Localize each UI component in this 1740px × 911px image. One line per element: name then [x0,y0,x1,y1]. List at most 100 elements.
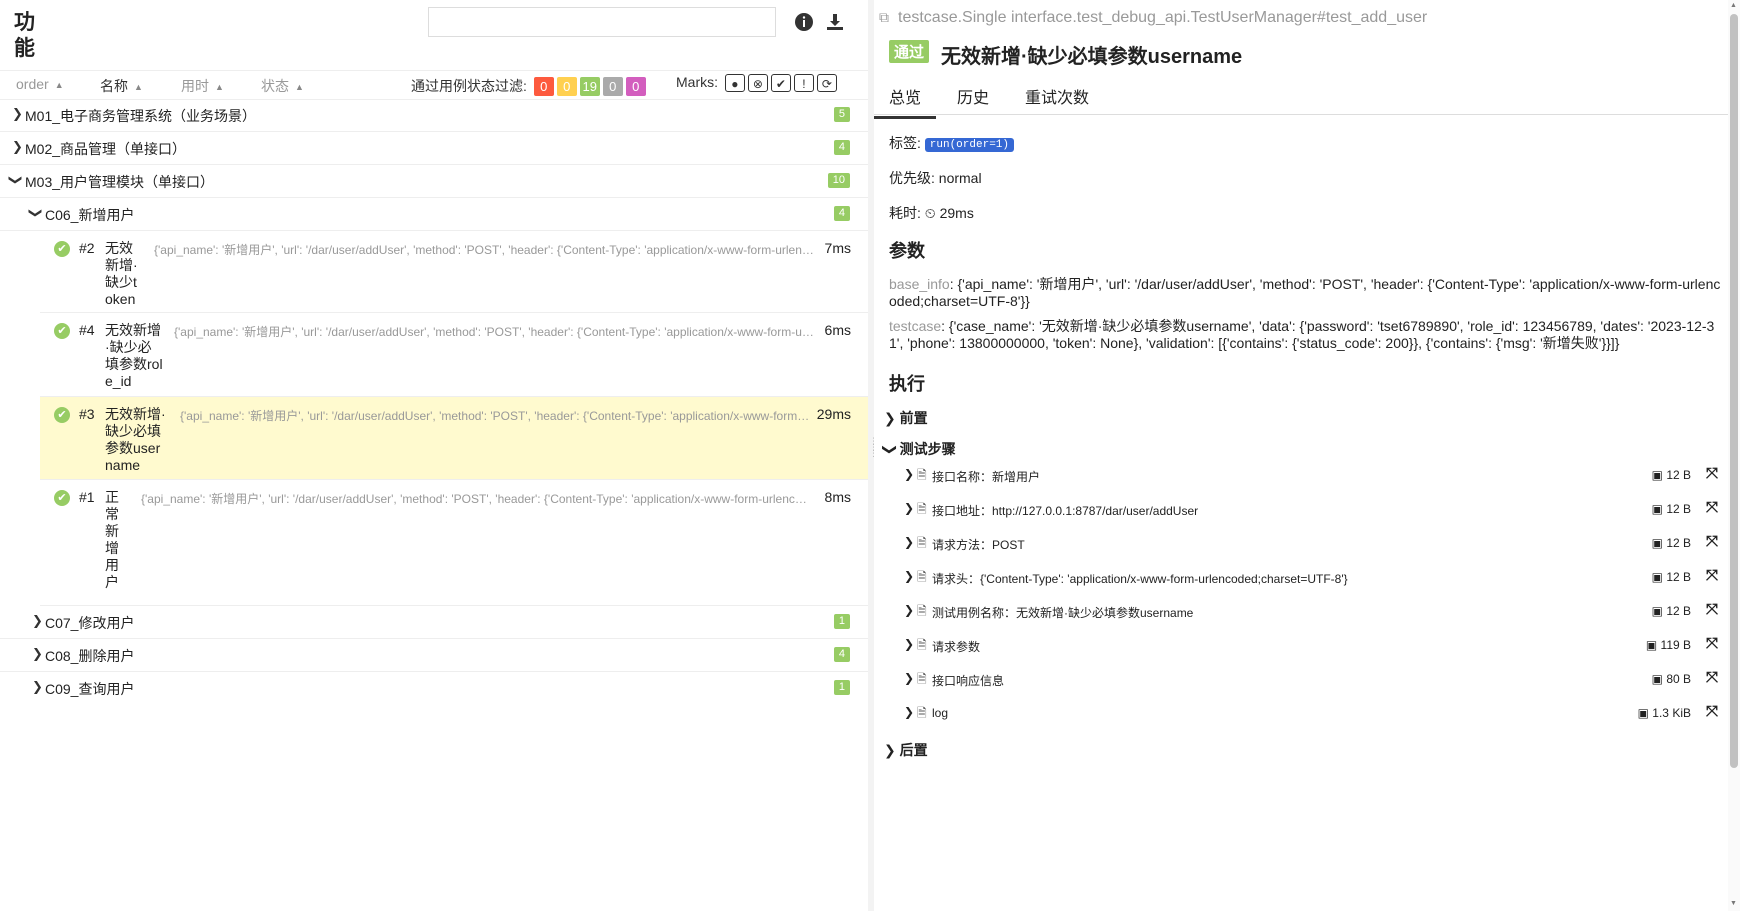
step-row[interactable]: ❯ 🗎 接口响应信息 ▣ 80 B ⤧ [904,669,1722,691]
sort-duration[interactable]: 用时 ▲ [181,76,224,96]
steps-section[interactable]: ❯ 测试步骤 [882,439,955,459]
test-case-row[interactable]: ✔ #2 无效新增·缺少token {'api_name': '新增用户', '… [40,231,868,313]
param-base-info: base_info: {'api_name': '新增用户', 'url': '… [889,276,1721,309]
scrollbar-thumb[interactable] [1730,14,1738,768]
step-size: ▣ 12 B [1652,502,1691,516]
file-icon: 🗎 [917,468,927,482]
tree-group-m01[interactable]: ❯ M01_电子商务管理系统（业务场景） 5 [0,99,868,132]
info-icon[interactable] [792,12,816,36]
step-row[interactable]: ❯ 🗎 log ▣ 1.3 KiB ⤧ [904,703,1722,725]
step-size: ▣ 12 B [1652,570,1691,584]
expand-icon[interactable]: ⤧ [1706,465,1718,482]
test-case-row[interactable]: ✔ #1 正常新增用户 {'api_name': '新增用户', 'url': … [40,480,868,606]
tab-overview[interactable]: 总览 [874,84,937,119]
step-size: ▣ 80 B [1652,672,1691,686]
save-icon: ▣ [1651,570,1667,584]
step-row[interactable]: ❯ 🗎 请求头：{'Content-Type': 'application/x-ww… [904,567,1722,589]
filter-failed-badge[interactable]: 0 [533,77,554,96]
test-case-row[interactable]: ✔ #4 无效新增·缺少必填参数role_id {'api_name': '新增… [40,313,868,397]
check-circle-icon: ✔ [54,323,70,339]
teardown-section[interactable]: ❯ 后置 [884,740,928,760]
step-text: 请求头：{'Content-Type': 'application/x-www-… [932,572,1348,586]
search-input[interactable] [428,7,776,37]
teardown-label: 后置 [899,742,928,758]
test-case-row-selected[interactable]: ✔ #3 无效新增·缺少必填参数username {'api_name': '新… [40,397,868,480]
case-number: #3 [79,406,95,422]
group-label: M01_电子商务管理系统（业务场景） [25,108,257,124]
chevron-down-icon: ❯ [8,174,24,186]
step-text: 接口名称：新增用户 [932,470,1041,484]
step-row[interactable]: ❯ 🗎 接口地址：http://127.0.0.1:8787/dar/user/ad… [904,499,1722,521]
save-icon: ▣ [1651,604,1667,618]
expand-icon[interactable]: ⤧ [1706,567,1718,584]
sort-status[interactable]: 状态 ▲ [261,76,304,96]
file-icon: 🗎 [917,570,927,584]
tags-row: 标签: run(order=1) [889,133,1014,153]
test-tree: ❯ M01_电子商务管理系统（业务场景） 5 ❯ M02_商品管理（单接口） 4… [0,99,868,704]
new-failed-icon[interactable]: ⊗ [747,74,768,93]
param-value: {'api_name': '新增用户', 'url': '/dar/user/a… [889,276,1721,309]
tree-group-c06[interactable]: ❯ C06_新增用户 4 [0,198,868,231]
sort-icon: ▲ [134,82,143,92]
scroll-up-icon[interactable]: ▲ [1730,2,1737,9]
save-icon: ▣ [1637,706,1653,720]
case-name: 正常新增用户 [105,489,119,590]
new-broken-icon[interactable]: ! [793,74,814,93]
filter-broken-badge[interactable]: 0 [556,77,577,96]
step-size-value: 1.3 KiB [1652,706,1691,720]
param-value: {'case_name': '无效新增·缺少必填参数username', 'da… [889,318,1715,351]
expand-icon[interactable]: ⤧ [1706,669,1718,686]
grip-icon: ⋮ ⋮ ⋮ [869,436,878,458]
setup-section[interactable]: ❯ 前置 [884,408,928,428]
scrollbar[interactable]: ▲ ▼ [1728,0,1740,911]
chevron-right-icon: ❯ [32,679,43,694]
filter-unknown-badge[interactable]: 0 [625,77,646,96]
group-label: C07_修改用户 [45,615,135,631]
new-passed-icon[interactable]: ✔ [770,74,791,93]
tree-group-m02[interactable]: ❯ M02_商品管理（单接口） 4 [0,132,868,165]
case-params: {'api_name': '新增用户', 'url': '/dar/user/a… [174,325,814,339]
expand-icon[interactable]: ⤧ [1706,601,1718,618]
count-badge: 5 [833,107,850,122]
file-icon: 🗎 [917,536,927,550]
save-icon: ▣ [1651,502,1667,516]
scroll-down-icon[interactable]: ▼ [1730,900,1737,907]
chevron-right-icon: ❯ [904,671,915,685]
param-key: base_info [889,276,950,292]
copy-icon[interactable]: ⧉ [879,9,889,26]
step-row[interactable]: ❯ 🗎 接口名称：新增用户 ▣ 12 B ⤧ [904,465,1722,487]
download-icon[interactable] [823,12,847,36]
sort-order[interactable]: order ▲ [16,76,64,92]
tab-history[interactable]: 历史 [957,84,989,116]
expand-icon[interactable]: ⤧ [1706,533,1718,550]
step-size-value: 119 B [1660,638,1691,652]
chevron-right-icon: ❯ [904,467,915,481]
tree-group-c08[interactable]: ❯ C08_删除用户 4 [0,639,868,672]
chevron-right-icon: ❯ [884,742,896,758]
case-duration: 29ms [816,406,851,422]
filter-skipped-badge[interactable]: 0 [602,77,623,96]
filter-passed-badge[interactable]: 19 [579,77,600,96]
case-number: #2 [79,240,95,256]
group-label: M03_用户管理模块（单接口） [25,174,215,190]
tree-group-m03[interactable]: ❯ M03_用户管理模块（单接口） 10 [0,165,868,198]
tree-group-c07[interactable]: ❯ C07_修改用户 1 [0,606,868,639]
check-circle-icon: ✔ [54,407,70,423]
expand-icon[interactable]: ⤧ [1706,499,1718,516]
sort-name[interactable]: 名称 ▲ [100,76,143,96]
save-icon: ▣ [1651,468,1667,482]
file-icon: 🗎 [917,706,927,720]
chevron-right-icon: ❯ [12,106,23,121]
step-row[interactable]: ❯ 🗎 测试用例名称：无效新增·缺少必填参数username ▣ 12 B ⤧ [904,601,1722,623]
expand-icon[interactable]: ⤧ [1706,703,1718,720]
tab-retries[interactable]: 重试次数 [1025,84,1089,116]
expand-icon[interactable]: ⤧ [1706,635,1718,652]
step-size-value: 12 B [1666,468,1691,482]
duration-value: 29ms [939,205,974,221]
test-path-text: testcase.Single interface.test_debug_api… [898,9,1428,26]
step-row[interactable]: ❯ 🗎 请求方法：POST ▣ 12 B ⤧ [904,533,1722,555]
tree-group-c09[interactable]: ❯ C09_查询用户 1 [0,672,868,704]
flaky-bomb-icon[interactable]: ● [724,74,745,93]
step-row[interactable]: ❯ 🗎 请求参数 ▣ 119 B ⤧ [904,635,1722,657]
retries-refresh-icon[interactable]: ⟳ [816,74,837,93]
